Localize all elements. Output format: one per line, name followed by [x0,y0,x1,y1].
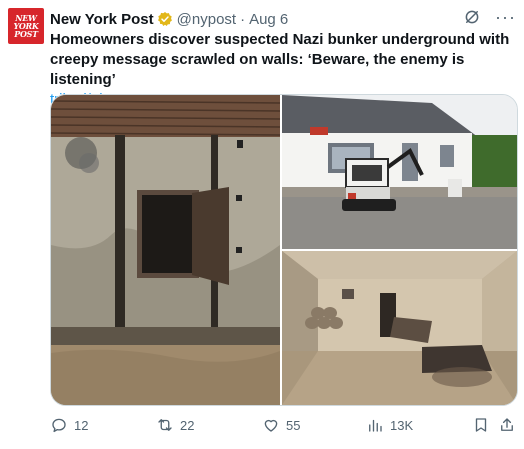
verified-badge-icon [157,12,172,26]
views-button[interactable]: 13K [366,416,413,434]
share-button[interactable] [498,416,516,434]
tweet-header: New York Post @nypost · Aug 6 [50,9,514,29]
reply-count: 12 [74,417,89,433]
grok-icon[interactable] [463,8,481,26]
separator-dot: · [240,10,246,28]
reply-icon [52,418,66,433]
share-icon [501,418,513,431]
retweet-count: 22 [180,417,195,433]
retweet-button[interactable]: 22 [156,416,194,434]
account-handle[interactable]: @nypost [177,11,236,28]
retweet-icon [158,419,172,431]
views-chart-icon [369,419,382,432]
tweet-body: Homeowners discover suspected Nazi bunke… [50,31,510,88]
bunker-interior-image [282,251,517,405]
like-count: 55 [286,417,301,433]
tweet-date[interactable]: Aug 6 [249,11,288,28]
bookmark-button[interactable] [472,416,490,434]
top-right-actions: ··· [463,8,516,26]
more-options-icon[interactable]: ··· [495,8,516,26]
house-excavator-image [282,95,517,249]
account-name[interactable]: New York Post [50,11,154,28]
tweet-actions: 12 22 55 13K [50,414,516,436]
like-button[interactable]: 55 [262,416,300,434]
tweet-card[interactable]: NEW YORK POST New York Post @nypost · Au… [0,0,524,449]
media-grid [50,94,518,406]
photo-bunker-interior[interactable] [282,251,517,405]
photo-bunker-wall[interactable] [51,95,280,405]
bookmark-icon [475,418,487,432]
reply-button[interactable]: 12 [50,416,88,434]
bunker-wall-image [51,95,280,405]
avatar-logo-text: NEW YORK POST [13,13,39,39]
photo-house-excavator[interactable] [282,95,517,249]
view-count: 13K [390,417,414,433]
avatar[interactable]: NEW YORK POST [8,8,44,44]
heart-icon [264,419,278,432]
